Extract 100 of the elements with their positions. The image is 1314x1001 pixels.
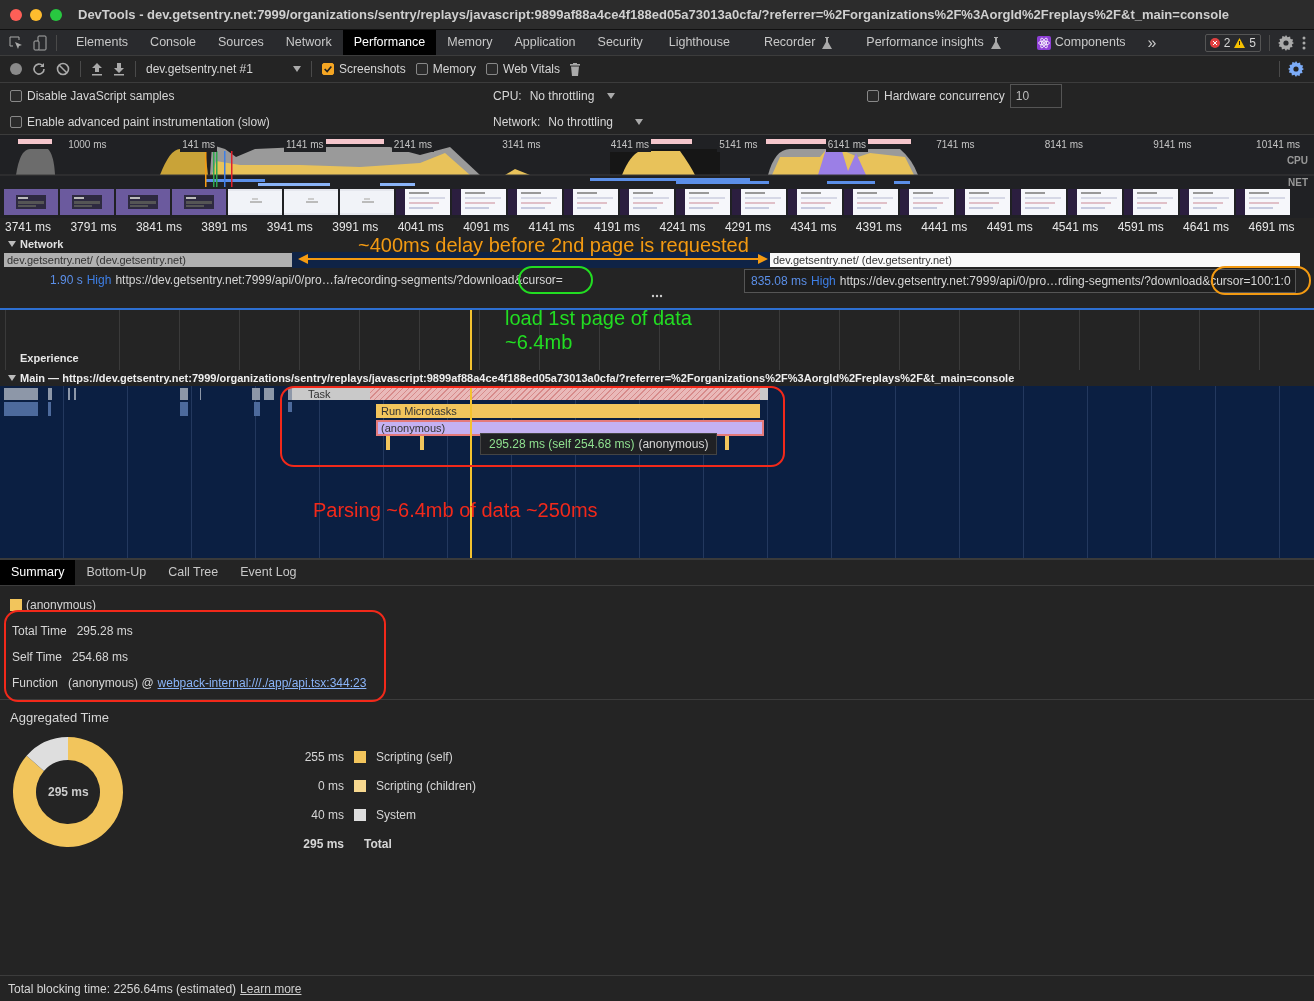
upload-icon[interactable] bbox=[91, 62, 103, 76]
error-icon bbox=[1209, 37, 1220, 48]
request-bar[interactable]: dev.getsentry.net/ (dev.getsentry.net) bbox=[770, 253, 1300, 267]
status-text: Total blocking time: 2256.64ms (estimated) bbox=[8, 980, 237, 998]
time-label: 4591 ms bbox=[1117, 219, 1165, 236]
window-title: DevTools - dev.getsentry.net:7999/organizations/sentry/replays/javascript:9899af88a4ce4f188ed05a73013a0cfa/?referrer=%2Forganizations%2F%3AorgId%2Freplays%2F&t_main=console bbox=[78, 5, 1229, 24]
checkbox-label: Hardware concurrency bbox=[884, 88, 1005, 105]
request-bar[interactable]: dev.getsentry.net/ (dev.getsentry.net) bbox=[4, 253, 292, 267]
time-text: 295.28 ms (self 254.68 ms) bbox=[489, 436, 635, 453]
marker-line bbox=[205, 151, 207, 187]
more-tabs-button[interactable]: » bbox=[1136, 30, 1168, 55]
call-marker bbox=[725, 436, 729, 450]
tick-label: 2141 ms bbox=[391, 137, 434, 152]
caret-icon bbox=[606, 93, 615, 99]
inspect-icon[interactable] bbox=[8, 34, 24, 51]
tab[interactable]: Elements bbox=[65, 30, 140, 55]
function-name: (anonymous) bbox=[638, 436, 709, 453]
window-control-icon[interactable] bbox=[10, 8, 22, 21]
download-icon[interactable] bbox=[113, 62, 125, 76]
tab[interactable]: Lighthouse bbox=[657, 30, 741, 55]
drag-handle-icon[interactable] bbox=[651, 294, 663, 298]
learn-more-link[interactable]: Learn more bbox=[240, 979, 302, 998]
tab[interactable]: Performance bbox=[342, 30, 437, 55]
legend-value: 0 ms bbox=[317, 777, 344, 795]
tab[interactable]: Event Log bbox=[229, 560, 308, 585]
warning-count: 5 bbox=[1249, 34, 1256, 52]
duration-text: 1.90 s bbox=[50, 272, 83, 289]
throttling-select[interactable]: No throttling bbox=[548, 113, 644, 131]
issues-counter[interactable]: 2 5 bbox=[1204, 33, 1261, 52]
checkbox-label: Enable advanced paint instrumentation (slow) bbox=[27, 114, 270, 131]
tab[interactable]: Sources bbox=[207, 30, 275, 55]
time-label: 4691 ms bbox=[1248, 219, 1296, 236]
field-value: 254.68 ms bbox=[72, 649, 129, 666]
more-options-icon[interactable] bbox=[1302, 35, 1306, 50]
record-icon[interactable] bbox=[10, 63, 22, 75]
checkbox[interactable] bbox=[322, 63, 334, 75]
time-label: 4091 ms bbox=[463, 219, 511, 236]
tab[interactable]: Memory bbox=[436, 30, 504, 55]
checkbox[interactable] bbox=[867, 90, 879, 102]
priority-text: High bbox=[811, 273, 836, 290]
checkbox-label: Screenshots bbox=[339, 61, 406, 78]
flame-bar[interactable]: (anonymous) bbox=[376, 420, 764, 436]
time-label: 3941 ms bbox=[266, 219, 314, 236]
annotation-text: load 1st page of data ~6.4mb bbox=[505, 306, 692, 354]
network-request-bar bbox=[380, 183, 415, 186]
track-label: CPU bbox=[1286, 154, 1308, 168]
time-label: 4441 ms bbox=[921, 219, 969, 236]
tick-label: 6141 ms bbox=[825, 137, 868, 152]
annotation-text: ~400ms delay before 2nd page is requested bbox=[358, 233, 749, 257]
flame-bar[interactable]: Task bbox=[292, 388, 768, 400]
legend-value: 255 ms bbox=[303, 748, 344, 766]
throttling-select[interactable]: No throttling bbox=[529, 87, 615, 105]
error-count: 2 bbox=[1223, 34, 1231, 52]
tab[interactable]: Bottom-Up bbox=[75, 560, 158, 585]
marker-line bbox=[231, 151, 233, 187]
tab[interactable]: Network bbox=[274, 30, 343, 55]
tab[interactable]: Recorder bbox=[752, 30, 844, 55]
device-toolbar-icon[interactable] bbox=[32, 34, 48, 51]
track-title: Network bbox=[20, 236, 64, 252]
checkbox[interactable] bbox=[10, 116, 22, 128]
expand-triangle-icon[interactable] bbox=[8, 374, 16, 382]
flame-bar[interactable]: Run Microtasks bbox=[376, 404, 760, 418]
clear-icon[interactable] bbox=[56, 62, 70, 76]
tick-label: 1141 ms bbox=[283, 137, 326, 152]
input-field[interactable]: 10 bbox=[1009, 84, 1062, 108]
window-control-icon[interactable] bbox=[50, 8, 62, 21]
reload-icon[interactable] bbox=[32, 62, 46, 76]
time-label: 4541 ms bbox=[1052, 219, 1100, 236]
checkbox[interactable] bbox=[486, 63, 499, 75]
total-label: Total bbox=[364, 835, 393, 853]
checkbox-label: Memory bbox=[432, 61, 477, 78]
setting-label: Network: bbox=[493, 114, 541, 131]
tab[interactable]: Performance insights bbox=[855, 30, 1012, 55]
checkbox-label: Disable JavaScript samples bbox=[27, 88, 175, 105]
time-label: 3841 ms bbox=[135, 219, 183, 236]
trash-icon[interactable] bbox=[569, 62, 580, 76]
tab[interactable]: Security bbox=[586, 30, 654, 55]
network-request-bar bbox=[827, 181, 875, 184]
field-value: 295.28 ms bbox=[76, 623, 133, 640]
checkbox-label: Web Vitals bbox=[503, 61, 560, 78]
field-label: Function bbox=[12, 675, 59, 692]
settings-icon[interactable] bbox=[1288, 61, 1304, 77]
tab[interactable]: Components bbox=[1025, 30, 1137, 55]
call-marker bbox=[420, 436, 424, 450]
cpu-activity-area bbox=[818, 149, 866, 175]
tab[interactable]: Call Tree bbox=[157, 560, 230, 585]
caret-icon bbox=[635, 119, 644, 125]
source-link[interactable]: webpack-internal:///./app/api.tsx:344:23 bbox=[157, 674, 367, 692]
target-select[interactable]: dev.getsentry.net #1 bbox=[146, 60, 301, 78]
field-label: Self Time bbox=[12, 649, 62, 666]
time-label: 4241 ms bbox=[659, 219, 707, 236]
tab[interactable]: Console bbox=[139, 30, 207, 55]
expand-triangle-icon[interactable] bbox=[8, 240, 16, 248]
settings-icon[interactable] bbox=[1278, 34, 1294, 51]
call-marker bbox=[386, 436, 390, 450]
tab[interactable]: Summary bbox=[0, 560, 76, 585]
window-control-icon[interactable] bbox=[30, 8, 42, 21]
tab[interactable]: Application bbox=[503, 30, 587, 55]
checkbox[interactable] bbox=[415, 63, 428, 75]
checkbox[interactable] bbox=[10, 90, 22, 102]
